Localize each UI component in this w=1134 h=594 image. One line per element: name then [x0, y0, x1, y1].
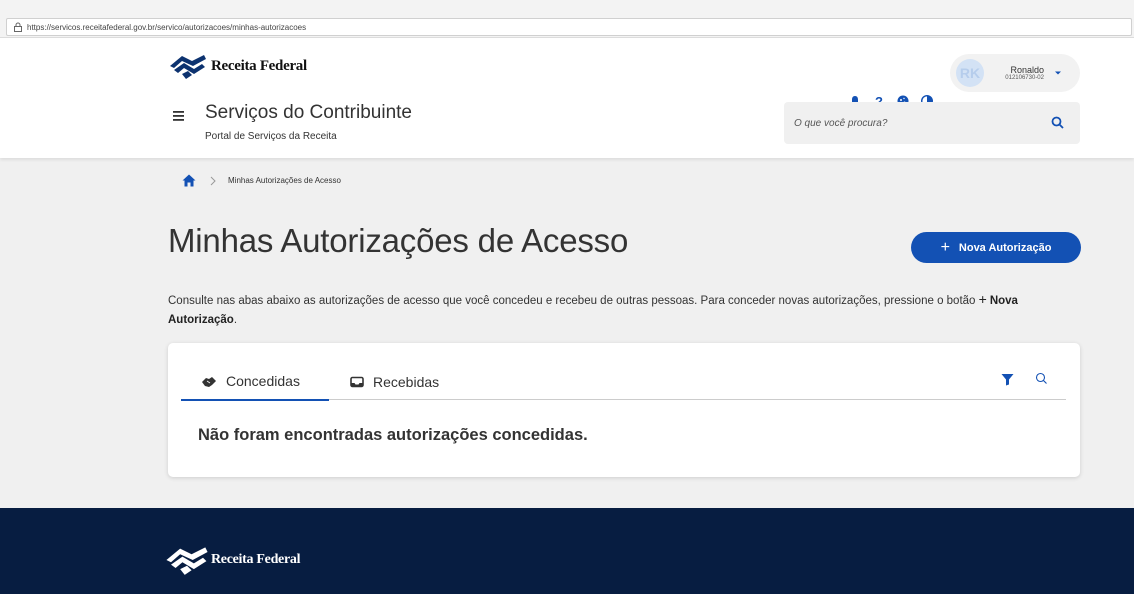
site-header: Receita Federal Serviços do Contribuinte…: [0, 38, 1134, 158]
filter-icon[interactable]: [1001, 373, 1014, 386]
page-description: Consulte nas abas abaixo as autorizações…: [168, 290, 1080, 330]
search-input[interactable]: [794, 117, 1034, 129]
plus-icon: +: [978, 291, 987, 307]
site-title: Serviços do Contribuinte: [205, 102, 412, 123]
header-search: [784, 102, 1080, 144]
receita-logo[interactable]: Receita Federal: [168, 52, 307, 80]
description-end: .: [233, 314, 238, 326]
handshake-icon: [202, 376, 216, 387]
user-info: Ronaldo 012106730-02: [996, 65, 1044, 81]
user-menu[interactable]: RK Ronaldo 012106730-02: [950, 54, 1080, 92]
lock-icon: [14, 22, 22, 32]
footer-logo[interactable]: Receita Federal: [164, 544, 300, 576]
site-subtitle: Portal de Serviços da Receita: [205, 131, 337, 142]
logo-text: Receita Federal: [211, 57, 307, 74]
search-icon[interactable]: [1051, 116, 1064, 129]
description-text: Consulte nas abas abaixo as autorizações…: [168, 295, 979, 307]
tab-recebidas[interactable]: Recebidas: [350, 363, 439, 400]
plus-icon: +: [940, 238, 950, 256]
address-url: https://servicos.receitafederal.gov.br/s…: [27, 22, 307, 32]
receita-emblem-icon: [166, 547, 208, 575]
chevron-right-icon: [210, 176, 216, 185]
footer-logo-text: Receita Federal: [211, 552, 301, 567]
new-authorization-label: Nova Autorização: [958, 241, 1052, 254]
breadcrumb-current: Minhas Autorizações de Acesso: [228, 176, 341, 185]
avatar: RK: [956, 59, 984, 87]
tab-bar: Concedidas Recebidas: [181, 363, 1066, 401]
home-icon[interactable]: [182, 174, 196, 187]
search-icon[interactable]: [1035, 372, 1048, 385]
page-title: Minhas Autorizações de Acesso: [168, 222, 629, 259]
authorizations-card: Concedidas Recebidas Não foram encontrad…: [168, 343, 1080, 477]
hamburger-menu-icon[interactable]: [172, 108, 188, 124]
site-footer: Receita Federal: [0, 508, 1134, 594]
browser-toolbar: https://servicos.receitafederal.gov.br/s…: [0, 0, 1134, 38]
empty-state-message: Não foram encontradas autorizações conce…: [198, 426, 588, 444]
caret-down-icon[interactable]: [1054, 69, 1062, 77]
new-authorization-button[interactable]: + Nova Autorização: [911, 232, 1081, 263]
receita-emblem-icon: [170, 55, 206, 79]
tab-recebidas-label: Recebidas: [373, 373, 440, 390]
user-name: Ronaldo: [1010, 65, 1044, 75]
breadcrumb: Minhas Autorizações de Acesso: [182, 174, 341, 187]
tab-concedidas-label: Concedidas: [226, 373, 300, 389]
tab-concedidas[interactable]: Concedidas: [181, 363, 329, 401]
address-bar[interactable]: https://servicos.receitafederal.gov.br/s…: [6, 18, 1132, 36]
user-cpf: 012106730-02: [1005, 75, 1044, 81]
inbox-icon: [350, 376, 364, 387]
